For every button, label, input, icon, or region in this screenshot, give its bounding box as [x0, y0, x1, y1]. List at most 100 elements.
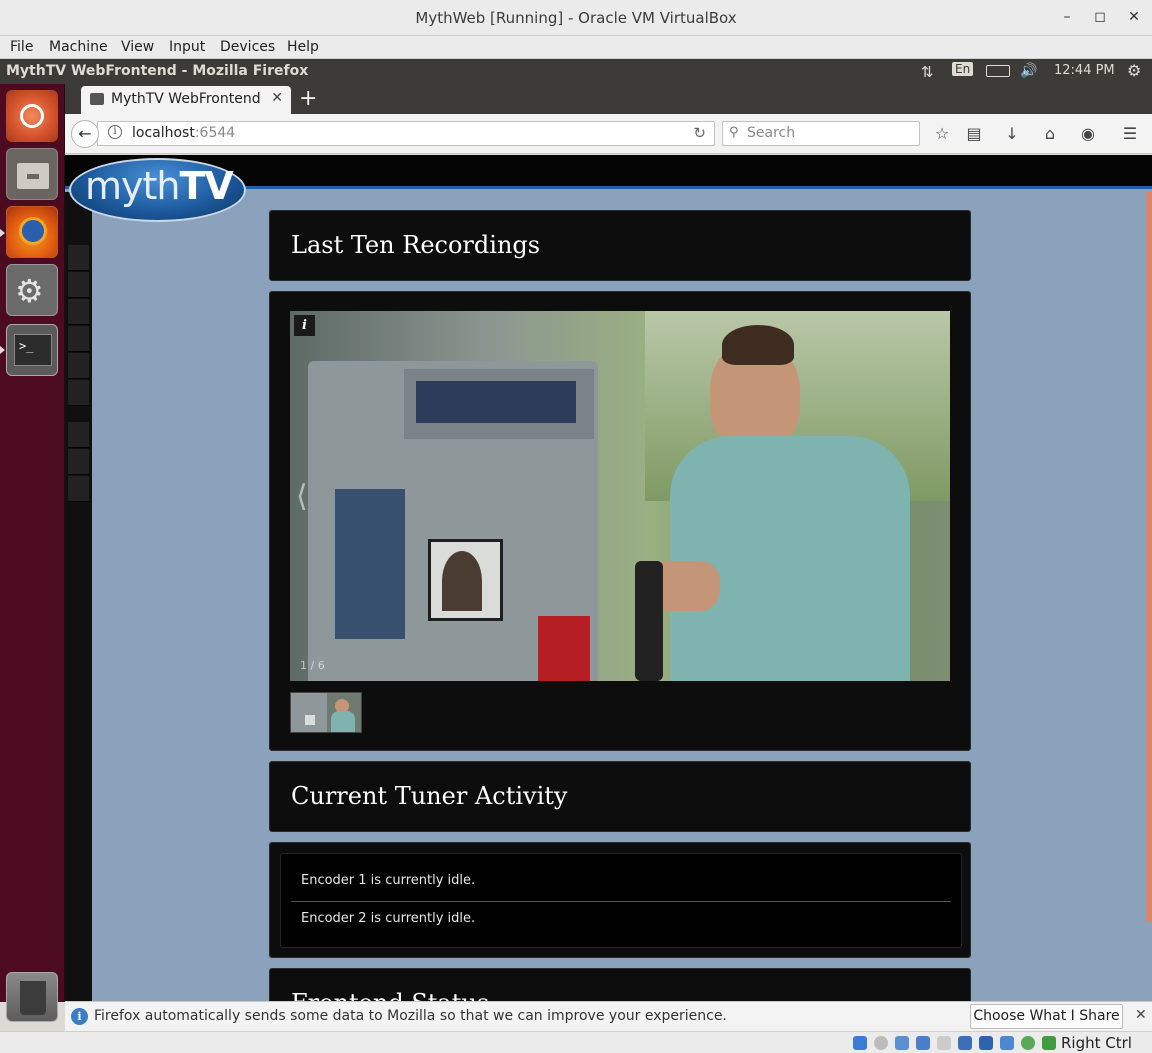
- search-icon: ⚲: [729, 125, 739, 140]
- new-tab-icon[interactable]: +: [299, 86, 317, 111]
- tab-close-icon[interactable]: ✕: [271, 90, 283, 106]
- tab-label: MythTV WebFrontend: [111, 91, 261, 107]
- trash-icon[interactable]: [6, 972, 58, 1022]
- search-input[interactable]: ⚲ Search: [722, 121, 920, 146]
- list-item: Encoder 1 is currently idle.: [281, 862, 961, 900]
- slide-counter: 1 / 6: [300, 659, 325, 672]
- mythweb-page: mythTV Last Ten Recordings i ⟨ 1 / 6 Cur…: [65, 155, 1152, 1001]
- keyboard-layout-indicator[interactable]: En: [952, 62, 974, 76]
- tuner-title: Current Tuner Activity: [291, 782, 568, 810]
- tuner-panel-header: Current Tuner Activity: [269, 761, 971, 832]
- chevron-left-icon[interactable]: ⟨: [296, 479, 308, 514]
- display-icon[interactable]: [979, 1036, 993, 1050]
- url-port: :6544: [194, 125, 236, 141]
- ubuntu-top-panel: MythTV WebFrontend - Mozilla Firefox ⇅ E…: [0, 59, 1152, 84]
- vbox-window-title: MythWeb [Running] - Oracle VM VirtualBox: [415, 9, 737, 27]
- minimize-icon[interactable]: –: [1056, 6, 1078, 28]
- downloads-icon[interactable]: ↓: [1001, 123, 1023, 145]
- menu-help[interactable]: Help: [287, 39, 319, 55]
- side-nav-strip: [65, 192, 92, 1001]
- close-icon[interactable]: ✕: [1123, 6, 1145, 28]
- pocket-icon[interactable]: ◉: [1077, 123, 1099, 145]
- host-key-label: Right Ctrl: [1061, 1034, 1132, 1052]
- mythtv-logo[interactable]: mythTV: [69, 158, 246, 222]
- audio-icon[interactable]: [895, 1036, 909, 1050]
- clock[interactable]: 12:44 PM: [1054, 63, 1115, 78]
- side-nav-item[interactable]: [68, 449, 89, 475]
- firefox-navbar: i localhost:6544 ↻ ← ⚲ Search ☆ ▤ ↓ ⌂ ◉ …: [65, 114, 1152, 154]
- files-icon[interactable]: [6, 148, 58, 200]
- recordings-title: Last Ten Recordings: [291, 231, 541, 259]
- side-nav-item[interactable]: [68, 422, 89, 448]
- logo-tv: TV: [179, 164, 234, 208]
- menu-view[interactable]: View: [121, 39, 154, 55]
- url-bar[interactable]: i localhost:6544 ↻: [97, 121, 715, 146]
- side-nav-item[interactable]: [68, 476, 89, 502]
- site-info-icon[interactable]: i: [108, 125, 122, 139]
- list-item: Encoder 2 is currently idle.: [281, 900, 961, 938]
- optical-drive-icon[interactable]: [874, 1036, 888, 1050]
- menu-devices[interactable]: Devices: [220, 39, 275, 55]
- tuner-status: Encoder 2 is currently idle.: [301, 911, 476, 926]
- shared-folders-icon[interactable]: [958, 1036, 972, 1050]
- vbox-menubar: File Machine View Input Devices Help: [0, 36, 1152, 59]
- gear-icon[interactable]: ⚙: [1127, 61, 1141, 80]
- notification-text: Firefox automatically sends some data to…: [94, 1008, 727, 1024]
- home-icon[interactable]: ⌂: [1039, 123, 1061, 145]
- unity-launcher: ⚙ >_: [0, 84, 65, 1022]
- network-icon[interactable]: ⇅: [921, 63, 934, 81]
- reload-icon[interactable]: ↻: [693, 124, 706, 142]
- recording-thumbnail-image[interactable]: i ⟨ 1 / 6: [290, 311, 950, 681]
- maximize-icon[interactable]: ◻: [1089, 6, 1111, 28]
- side-nav-item[interactable]: [68, 272, 89, 298]
- mouse-integration-icon[interactable]: [1042, 1036, 1056, 1050]
- ubuntu-dash-icon[interactable]: [6, 90, 58, 142]
- menu-input[interactable]: Input: [169, 39, 205, 55]
- hard-disk-icon[interactable]: [853, 1036, 867, 1050]
- reading-list-icon[interactable]: ▤: [963, 123, 985, 145]
- network-adapter-icon[interactable]: [916, 1036, 930, 1050]
- battery-icon[interactable]: [986, 65, 1010, 77]
- system-settings-icon[interactable]: ⚙: [6, 264, 58, 316]
- search-placeholder: Search: [747, 125, 796, 141]
- active-window-title: MythTV WebFrontend - Mozilla Firefox: [6, 63, 309, 79]
- tab-favicon-icon: [90, 93, 104, 105]
- firefox-icon[interactable]: [6, 206, 58, 258]
- carousel-thumbnail[interactable]: [290, 692, 362, 733]
- vbox-titlebar: MythWeb [Running] - Oracle VM VirtualBox…: [0, 0, 1152, 36]
- side-nav-item[interactable]: [68, 245, 89, 271]
- menu-file[interactable]: File: [10, 39, 33, 55]
- tab-mythtv-webfrontend[interactable]: MythTV WebFrontend ✕: [81, 86, 291, 114]
- menu-machine[interactable]: Machine: [49, 39, 108, 55]
- recordings-panel-header: Last Ten Recordings: [269, 210, 971, 281]
- side-nav-item[interactable]: [68, 299, 89, 325]
- side-nav-item[interactable]: [68, 353, 89, 379]
- url-host: localhost: [132, 125, 195, 141]
- info-icon[interactable]: i: [294, 315, 315, 336]
- firefox-tabbar: MythTV WebFrontend ✕ +: [65, 84, 1152, 114]
- side-nav-item[interactable]: [68, 326, 89, 352]
- logo-myth: myth: [85, 164, 180, 208]
- close-icon[interactable]: ✕: [1135, 1007, 1147, 1023]
- bookmark-star-icon[interactable]: ☆: [931, 123, 953, 145]
- url-text: localhost:6544: [132, 125, 235, 141]
- side-nav-item[interactable]: [68, 380, 89, 406]
- volume-icon[interactable]: 🔊: [1020, 63, 1037, 79]
- launcher-running-arrow: [0, 346, 5, 354]
- recording-icon[interactable]: [1000, 1036, 1014, 1050]
- frontend-status-panel-header: Frontend Status: [269, 968, 971, 1001]
- tuner-list: Encoder 1 is currently idle. Encoder 2 i…: [280, 853, 962, 948]
- choose-what-i-share-button[interactable]: Choose What I Share: [970, 1004, 1123, 1029]
- tuner-status: Encoder 1 is currently idle.: [301, 873, 476, 888]
- logo-text: mythTV: [85, 164, 234, 208]
- terminal-icon[interactable]: >_: [6, 324, 58, 376]
- hamburger-menu-icon[interactable]: ☰: [1119, 123, 1141, 145]
- back-button[interactable]: ←: [71, 120, 99, 148]
- usb-icon[interactable]: [937, 1036, 951, 1050]
- frontend-status-title: Frontend Status: [291, 989, 489, 1001]
- recordings-carousel: i ⟨ 1 / 6: [269, 291, 971, 751]
- scroll-indicator[interactable]: [1146, 192, 1152, 922]
- launcher-active-arrow: [0, 229, 5, 237]
- virtualization-icon[interactable]: [1021, 1036, 1035, 1050]
- vbox-statusbar: Right Ctrl: [0, 1031, 1152, 1053]
